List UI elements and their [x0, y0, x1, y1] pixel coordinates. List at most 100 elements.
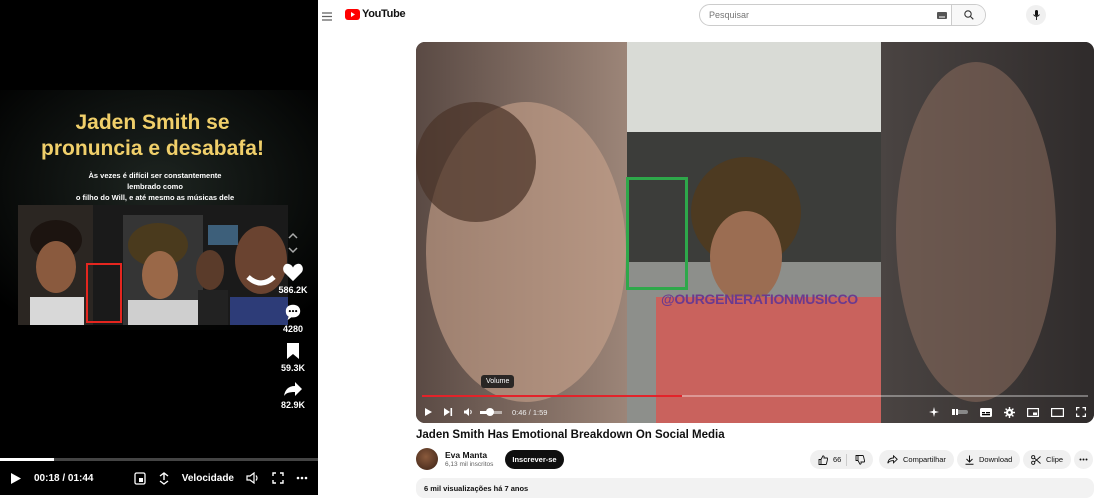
share-button[interactable]: 82.9K: [281, 381, 305, 410]
volume-slider-knob[interactable]: [485, 407, 494, 416]
youtube-logo[interactable]: YouTube: [345, 8, 406, 20]
seek-bar-fill: [422, 395, 682, 397]
play-icon: [425, 408, 432, 416]
scissors-icon: [1031, 454, 1041, 465]
video-watermark: @OURGENERATIONMUSICCO: [661, 291, 858, 307]
mute-button[interactable]: [463, 407, 474, 417]
save-button[interactable]: 59.3K: [281, 342, 305, 373]
arrow-swap-icon: [159, 471, 169, 485]
play-button[interactable]: [424, 407, 433, 417]
search-input[interactable]: [700, 5, 933, 25]
logo-text: YouTube: [362, 8, 406, 20]
download-button[interactable]: Download: [957, 450, 1021, 469]
views-and-date: 6 mil visualizações há 7 anos: [424, 484, 529, 493]
fullscreen-icon: [1076, 407, 1086, 417]
skip-next-icon: [444, 408, 453, 416]
caption-line-2: lembrado como: [127, 182, 183, 191]
masthead: YouTube: [318, 0, 1100, 30]
voice-search-button[interactable]: [1026, 5, 1046, 25]
share-count: 82.9K: [280, 400, 306, 410]
subtitles-button[interactable]: [980, 407, 992, 417]
highlight-box-green: [626, 177, 688, 290]
fullscreen-button[interactable]: [1076, 407, 1086, 417]
video-player[interactable]: @OURGENERATIONMUSICCO Volume 0:46 / 1:59: [416, 42, 1094, 423]
caption-line-1: Às vezes é difícil ser constantemente: [88, 171, 222, 180]
volume-tooltip: Volume: [481, 375, 515, 388]
theater-mode-button[interactable]: [1051, 407, 1064, 417]
channel-name[interactable]: Eva Manta: [445, 450, 487, 460]
sparkle-icon: [929, 406, 939, 417]
like-dislike-group: 66: [810, 450, 873, 469]
save-count: 59.3K: [280, 363, 306, 373]
clip-label: Clipe: [1046, 455, 1064, 464]
tiktok-panel: Jaden Smith se pronuncia e desabafa! Às …: [0, 0, 318, 495]
fullscreen-icon: [272, 472, 284, 484]
clip-button[interactable]: Clipe: [1023, 450, 1072, 469]
more-horizontal-icon: [296, 476, 308, 480]
volume-slider[interactable]: [480, 407, 502, 416]
comment-count: 4280: [282, 324, 304, 334]
speed-button[interactable]: Velocidade: [182, 473, 234, 484]
subscribe-button[interactable]: Inscrever-se: [505, 450, 564, 469]
play-button[interactable]: [10, 472, 22, 485]
highlight-box-red: [86, 263, 122, 323]
keyboard-button[interactable]: [933, 5, 951, 25]
theater-mode-icon: [1051, 407, 1064, 417]
autoplay-sparkle-button[interactable]: [929, 406, 940, 418]
share-label: Compartilhar: [903, 455, 946, 464]
youtube-play-logo-icon: [345, 8, 360, 20]
volume-button[interactable]: [246, 472, 260, 484]
dislike-button[interactable]: [847, 454, 873, 465]
bookmark-icon: [287, 343, 299, 359]
settings-button[interactable]: [1004, 406, 1015, 418]
menu-button[interactable]: [322, 8, 332, 26]
youtube-panel: YouTube Pesquisar @OURGENERATIONMUSICCO …: [318, 0, 1100, 498]
play-icon: [11, 472, 21, 484]
chevron-down-icon[interactable]: [288, 246, 298, 254]
thumbs-up-icon: [818, 454, 828, 465]
autoplay-toggle[interactable]: [952, 408, 968, 416]
next-button[interactable]: [443, 407, 453, 417]
description-box[interactable]: 6 mil visualizações há 7 anos: [416, 478, 1094, 498]
seek-bar[interactable]: [422, 395, 1088, 397]
more-button[interactable]: [296, 476, 308, 480]
search-box: [699, 4, 986, 26]
more-horizontal-icon: [1079, 458, 1088, 461]
download-icon: [965, 455, 974, 465]
video-frame: [416, 42, 1094, 423]
more-actions-button[interactable]: [1074, 450, 1093, 469]
microphone-icon: [1032, 10, 1040, 20]
hamburger-icon: [322, 12, 332, 21]
download-label: Download: [979, 455, 1013, 464]
subtitles-icon: [980, 407, 992, 417]
playback-time: 0:46 / 1:59: [512, 407, 548, 417]
search-icon: [963, 10, 974, 20]
like-button[interactable]: 586.2K: [278, 262, 308, 295]
fullscreen-button[interactable]: [272, 472, 284, 484]
like-count: 586.2K: [278, 285, 308, 295]
pip-button[interactable]: [134, 471, 146, 485]
chevron-up-icon[interactable]: [288, 232, 298, 240]
miniplayer-button[interactable]: [1027, 407, 1039, 417]
photo-collage: [18, 205, 288, 325]
share-arrow-icon: [284, 382, 302, 396]
headline-line-1: Jaden Smith se: [75, 111, 230, 134]
channel-avatar[interactable]: [416, 448, 438, 470]
search-button[interactable]: [951, 5, 985, 25]
miniplayer-icon: [1027, 407, 1039, 417]
player-controls: 00:18 / 01:44 Velocidade: [0, 461, 318, 495]
share-button[interactable]: Compartilhar: [879, 450, 954, 469]
comment-button[interactable]: 4280: [283, 303, 303, 334]
autoplay-toggle-icon: [952, 409, 968, 415]
like-count: 66: [833, 455, 842, 464]
action-bar: 586.2K 4280 59.3K 82.9K: [276, 232, 310, 418]
autoscroll-button[interactable]: [158, 471, 170, 485]
keyboard-icon: [937, 11, 947, 19]
headline-line-2: pronuncia e desabafa!: [41, 137, 264, 160]
like-button[interactable]: 66: [810, 453, 847, 466]
caption-line-3: o filho do Will, e até mesmo as músicas …: [75, 193, 235, 202]
heart-icon: [283, 263, 303, 282]
share-icon: [887, 455, 898, 464]
volume-icon: [464, 408, 472, 416]
player-control-bar: 0:46 / 1:59: [416, 401, 1094, 423]
